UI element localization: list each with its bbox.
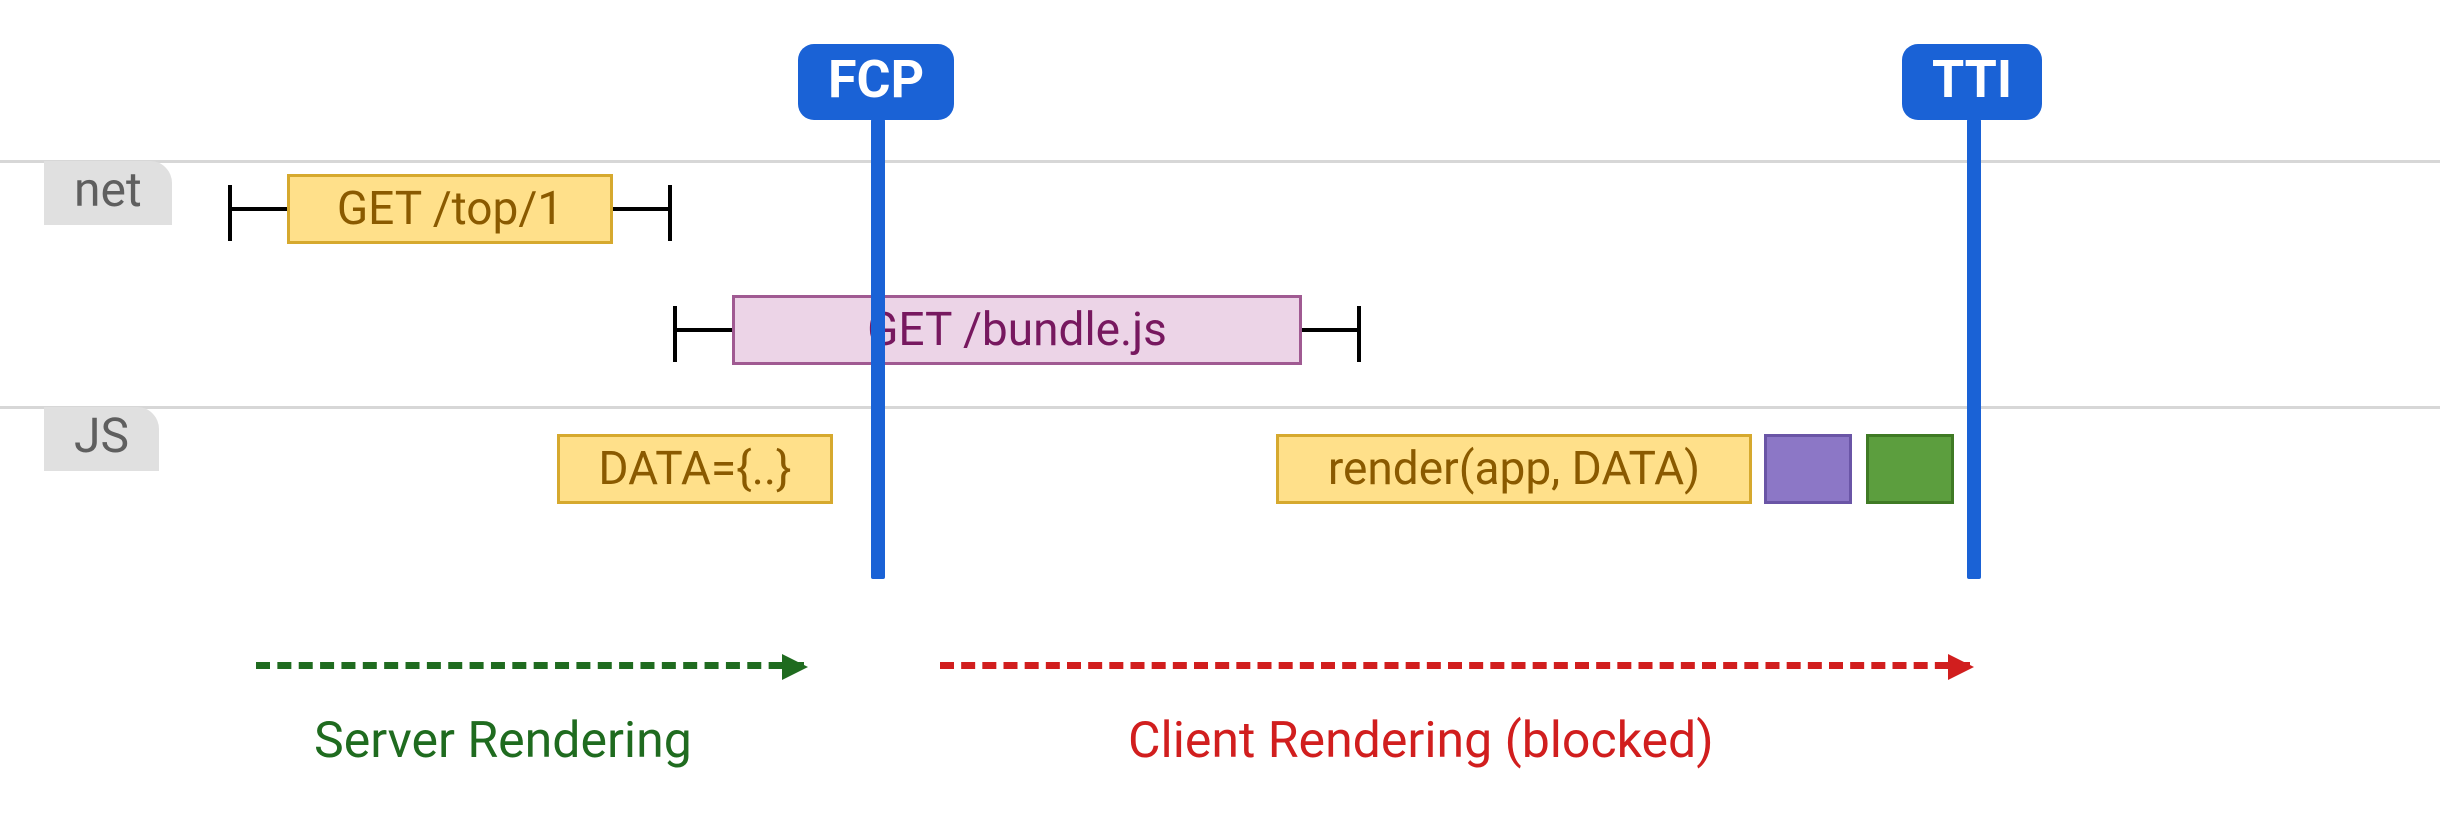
task-data-block: DATA={..} (557, 434, 833, 504)
task-render-call: render(app, DATA) (1276, 434, 1752, 504)
label-server-phase: Server Rendering (314, 712, 692, 770)
marker-tti-line (1967, 119, 1981, 579)
net-track-line (0, 160, 2440, 163)
marker-fcp-label: FCP (798, 44, 954, 120)
task-get-top: GET /top/1 (287, 174, 613, 244)
task-green-block (1866, 434, 1954, 504)
label-client-phase: Client Rendering (blocked) (1128, 712, 1714, 770)
marker-tti-label: TTI (1902, 44, 2042, 120)
arrow-server-phase (256, 662, 804, 669)
arrow-client-phase (940, 662, 1970, 669)
task-purple-block (1764, 434, 1852, 504)
task-get-bundle: GET /bundle.js (732, 295, 1302, 365)
marker-fcp-line (871, 119, 885, 579)
row-label-js: JS (44, 407, 159, 471)
js-track-line (0, 406, 2440, 409)
row-label-net: net (44, 161, 172, 225)
